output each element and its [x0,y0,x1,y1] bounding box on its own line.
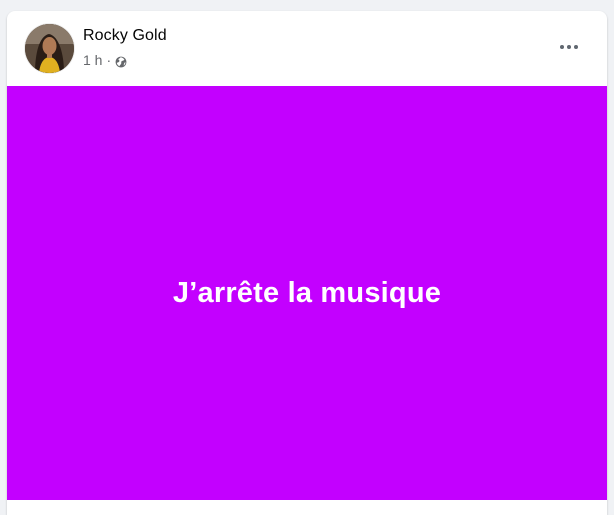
more-options-button[interactable] [551,33,587,61]
author-name[interactable]: Rocky Gold [83,27,167,45]
avatar[interactable] [25,24,74,73]
post-background[interactable]: J’arrête la musique [7,86,607,500]
post-time[interactable]: 1 h [83,52,102,68]
post-header: Rocky Gold 1 h · [7,11,607,86]
post-card: Rocky Gold 1 h · J’arrête la musique [7,11,607,515]
post-footer [7,500,607,515]
post-text: J’arrête la musique [172,276,442,309]
post-meta: 1 h · [83,52,127,68]
meta-separator: · [106,52,112,68]
more-options-icon [560,45,564,49]
globe-icon[interactable] [115,55,127,67]
